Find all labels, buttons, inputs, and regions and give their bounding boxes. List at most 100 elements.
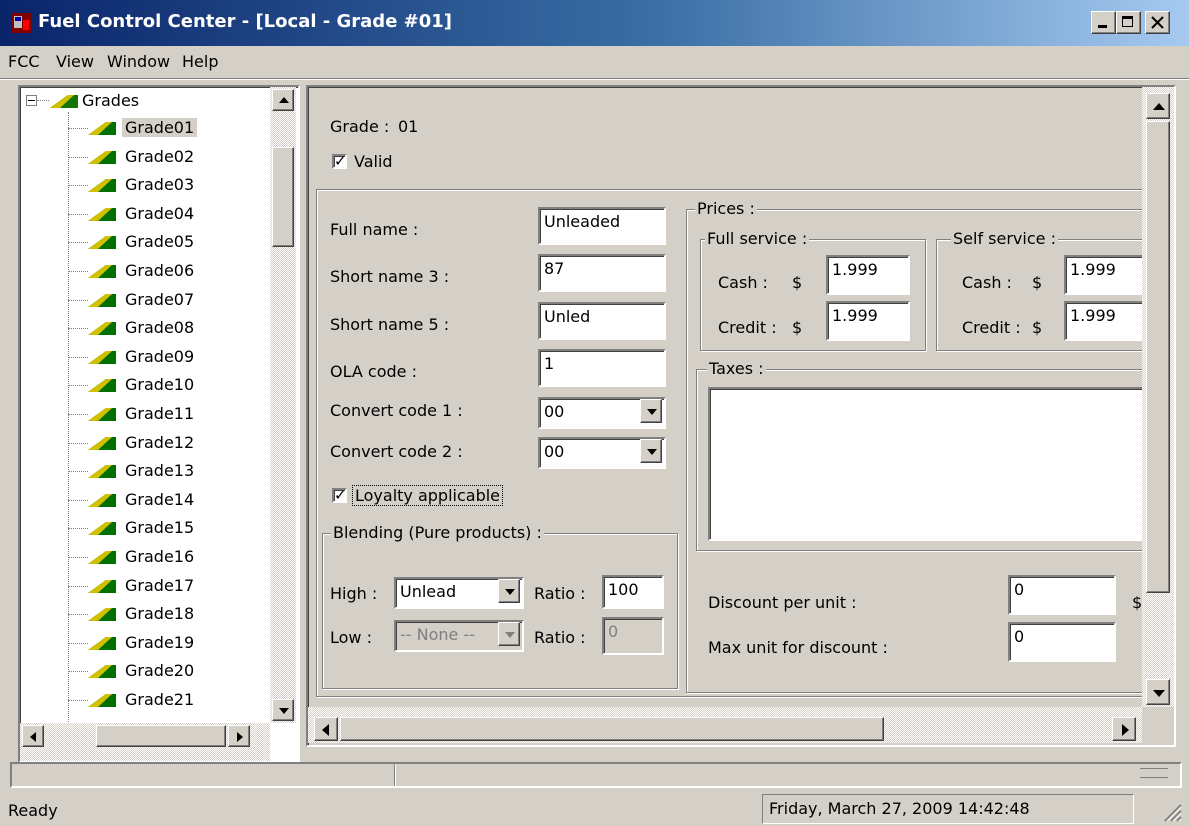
menu-help[interactable]: Help — [182, 52, 218, 71]
dropdown-button[interactable] — [640, 439, 662, 463]
resize-grip-icon[interactable] — [1162, 802, 1182, 822]
low-product-select: -- None -- — [394, 620, 524, 652]
taxes-title: Taxes : — [707, 359, 766, 378]
tree-item-label: Grade12 — [125, 432, 195, 452]
grade-form-panel: Grade : 01 ✓ Valid Full name : Unleaded … — [306, 85, 1176, 747]
tree-item-label: Grade09 — [125, 346, 195, 366]
menu-view[interactable]: View — [56, 52, 94, 71]
left-arrow-icon — [322, 724, 329, 736]
restore-button[interactable] — [1116, 11, 1141, 34]
scroll-right-button[interactable] — [1112, 717, 1136, 741]
blending-title: Blending (Pure products) : — [331, 523, 544, 542]
ola-code-label: OLA code : — [330, 362, 417, 381]
tree-hscrollbar[interactable] — [20, 723, 270, 761]
grade-icon — [88, 522, 116, 536]
tree-root-label[interactable]: Grades — [82, 91, 139, 110]
ola-code-input[interactable]: 1 — [538, 349, 666, 387]
grip-icon — [1140, 768, 1168, 778]
short-name-3-label: Short name 3 : — [330, 267, 450, 286]
full-credit-input[interactable]: 1.999 — [826, 301, 910, 341]
discount-per-unit-input[interactable]: 0 — [1008, 575, 1116, 615]
scroll-down-button[interactable] — [272, 699, 294, 721]
form-hscroll-thumb[interactable] — [340, 717, 884, 741]
grade-icon — [88, 207, 116, 221]
grade-label: Grade : — [330, 117, 390, 136]
full-name-label: Full name : — [330, 220, 419, 239]
minimize-button[interactable] — [1091, 11, 1116, 34]
grade-icon — [88, 408, 116, 421]
grades-tree[interactable]: Grades Grade01 Grade02 Grade03 Grade04 Grade… — [18, 85, 300, 763]
grade-icon — [88, 551, 116, 564]
tree-item-label: Grade21 — [125, 690, 195, 709]
scroll-down-button[interactable] — [1146, 679, 1170, 705]
scroll-left-button[interactable] — [22, 725, 44, 747]
taxes-list[interactable] — [708, 387, 1146, 541]
scroll-up-button[interactable] — [272, 89, 294, 111]
self-credit-input[interactable]: 1.999 — [1064, 301, 1146, 341]
scroll-thumb[interactable] — [272, 147, 294, 247]
form-scroll-thumb[interactable] — [1146, 121, 1170, 593]
tree-connector — [68, 528, 88, 530]
tree-connector — [68, 185, 88, 187]
convert-code-1-select[interactable]: 00 — [538, 397, 666, 429]
full-name-input[interactable]: Unleaded — [538, 207, 666, 245]
tree-connector — [37, 100, 49, 101]
short-name-5-input[interactable]: Unled — [538, 302, 666, 340]
grade-icon — [88, 350, 116, 364]
collapse-toggle[interactable] — [26, 95, 37, 106]
scroll-up-button[interactable] — [1146, 93, 1170, 119]
high-product-select[interactable]: Unlead — [394, 577, 524, 609]
chevron-down-icon — [647, 449, 657, 455]
valid-checkbox[interactable]: ✓ — [332, 152, 347, 170]
tree-connector — [68, 671, 88, 673]
tree-item-label: Grade05 — [125, 232, 195, 252]
grade-number: 01 — [398, 117, 419, 136]
left-arrow-icon — [30, 732, 36, 742]
status-bar: Ready Friday, March 27, 2009 14:42:48 — [0, 792, 1189, 826]
tree-connector — [68, 328, 88, 330]
high-product-value: Unlead — [400, 582, 457, 601]
grade-icon — [88, 293, 116, 307]
close-button[interactable] — [1145, 11, 1170, 34]
low-ratio-label: Ratio : — [534, 628, 586, 647]
dropdown-button[interactable] — [498, 579, 520, 603]
tree-item-label: Grade20 — [125, 661, 195, 681]
tree-connector — [68, 213, 88, 215]
tree-connector — [68, 614, 88, 616]
chevron-down-icon — [505, 589, 515, 595]
restore-icon — [1122, 16, 1133, 27]
tree-connector — [68, 585, 88, 587]
menu-window[interactable]: Window — [107, 52, 170, 71]
discount-per-unit-label: Discount per unit : — [708, 593, 857, 612]
loyalty-checkbox[interactable]: ✓ — [332, 486, 347, 504]
full-cash-input[interactable]: 1.999 — [826, 255, 910, 295]
convert-code-1-value: 00 — [544, 402, 565, 421]
scroll-left-button[interactable] — [314, 717, 338, 741]
status-datetime-pane: Friday, March 27, 2009 14:42:48 — [762, 794, 1134, 824]
short-name-3-input[interactable]: 87 — [538, 254, 666, 292]
max-unit-input[interactable]: 0 — [1008, 622, 1116, 662]
loyalty-label: Loyalty applicable — [352, 485, 504, 506]
scroll-right-button[interactable] — [228, 725, 250, 747]
convert-code-2-label: Convert code 2 : — [330, 442, 463, 461]
form-vscrollbar[interactable] — [1142, 87, 1174, 707]
tree-connector — [68, 271, 88, 272]
grade-icon — [88, 493, 116, 507]
convert-code-2-select[interactable]: 00 — [538, 437, 666, 469]
tree-vscrollbar[interactable] — [270, 87, 296, 723]
app-icon — [11, 13, 31, 33]
tree-connector — [68, 356, 88, 358]
tree-item-label: Grade03 — [125, 175, 195, 195]
hscroll-thumb[interactable] — [96, 725, 226, 747]
menu-separator — [0, 78, 1189, 80]
dropdown-button[interactable] — [640, 399, 662, 423]
high-ratio-input[interactable]: 100 — [602, 575, 664, 609]
self-cash-input[interactable]: 1.999 — [1064, 255, 1146, 295]
grade-icon — [88, 436, 116, 450]
grade-icon — [88, 236, 116, 250]
tree-connector — [68, 700, 88, 701]
tree-connector — [68, 156, 88, 158]
menu-fcc[interactable]: FCC — [8, 52, 40, 71]
low-product-value: -- None -- — [400, 625, 476, 644]
form-hscrollbar[interactable] — [308, 707, 1142, 743]
